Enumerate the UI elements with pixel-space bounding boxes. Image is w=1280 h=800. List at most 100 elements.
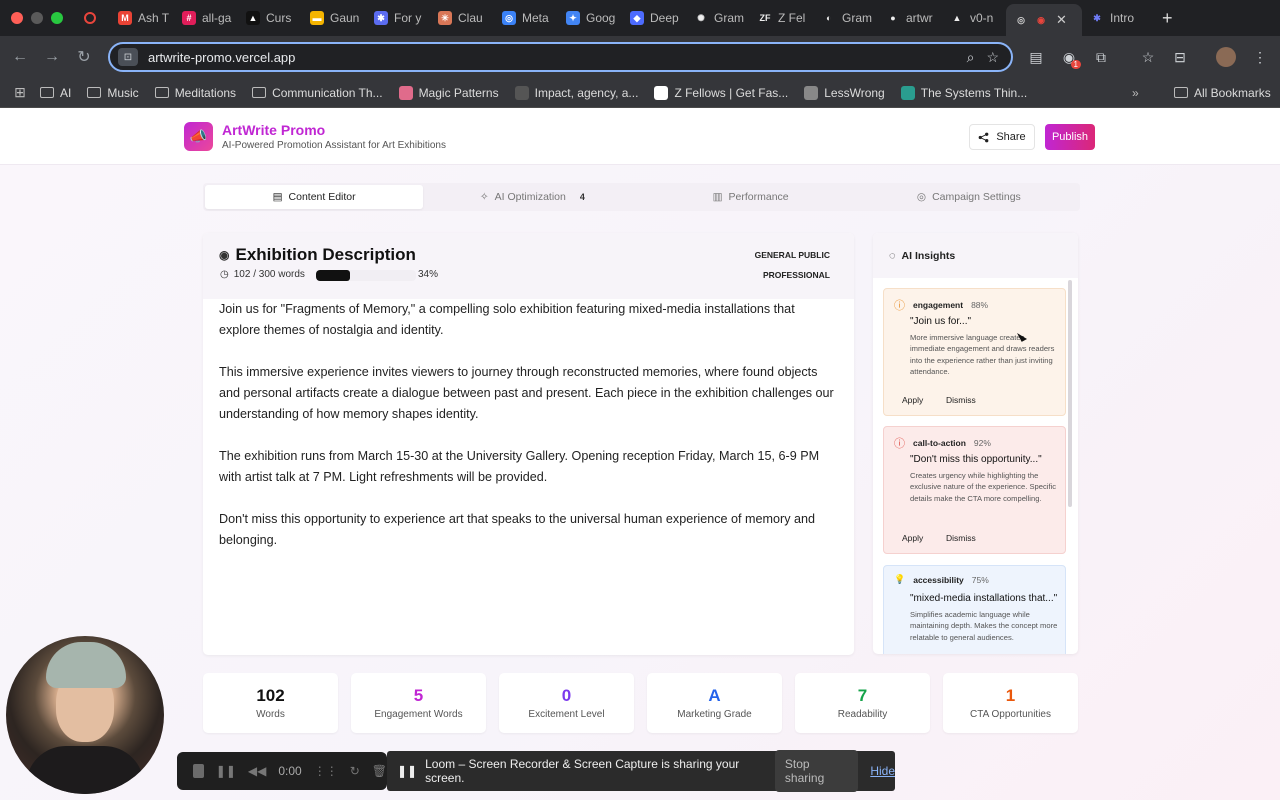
- browser-tab-active[interactable]: ◎ ◉ ✕: [1006, 4, 1082, 36]
- sparkle-icon: ✧: [479, 191, 489, 203]
- bookmark-item[interactable]: Music: [87, 85, 139, 100]
- bookmark-item[interactable]: Meditations: [154, 86, 236, 100]
- browser-tab[interactable]: ◐ Gram: [814, 4, 878, 32]
- share-button[interactable]: Share: [969, 124, 1035, 150]
- insights-header: ◌ AI Insights: [873, 233, 1078, 278]
- bookmark-label: Music: [107, 85, 139, 100]
- webcam-person-hair: [46, 642, 126, 688]
- apps-grid-icon[interactable]: ⊞: [0, 84, 40, 101]
- bookmark-label: The Systems Thin...: [920, 85, 1028, 100]
- browser-tab[interactable]: ▲ Curs: [238, 4, 302, 32]
- site-info-icon[interactable]: ⊡: [118, 48, 138, 66]
- url-text[interactable]: artwrite-promo.vercel.app: [148, 50, 967, 65]
- back-button[interactable]: ←: [4, 48, 36, 66]
- dismiss-button[interactable]: Dismiss: [946, 533, 976, 543]
- browser-tab-label: Meta: [522, 11, 549, 25]
- new-tab-icon[interactable]: +: [1162, 8, 1173, 29]
- zoom-icon[interactable]: ⌕: [967, 49, 975, 66]
- stop-sharing-button[interactable]: Stop sharing: [774, 750, 859, 792]
- folder-icon: [154, 87, 169, 98]
- forward-button[interactable]: →: [36, 48, 68, 66]
- extension-puzzle-icon[interactable]: ▤: [1024, 45, 1048, 69]
- address-bar[interactable]: ⊡ artwrite-promo.vercel.app ⌕ ☆: [108, 42, 1013, 72]
- close-window-button[interactable]: [11, 12, 23, 24]
- audience-professional[interactable]: PROFESSIONAL: [763, 270, 830, 280]
- publish-button[interactable]: Publish: [1045, 124, 1095, 150]
- insight-quote: "Join us for...": [910, 316, 972, 327]
- browser-tab-label: Intro: [1110, 11, 1135, 25]
- extension-icon[interactable]: ◉ 1: [1057, 45, 1081, 69]
- tab-ai-optimization[interactable]: ✧ AI Optimization 4: [423, 185, 641, 209]
- dismiss-button[interactable]: Dismiss: [946, 395, 976, 405]
- rewind-icon[interactable]: ◀◀: [248, 764, 266, 778]
- browser-tab[interactable]: [76, 4, 110, 32]
- profile-avatar[interactable]: [1216, 47, 1236, 67]
- restart-icon[interactable]: ↻: [350, 764, 360, 778]
- reading-list-icon[interactable]: ☆: [1136, 45, 1160, 69]
- browser-tab[interactable]: ▲ v0-n: [942, 4, 1006, 32]
- more-bookmarks-icon[interactable]: »: [1132, 86, 1139, 100]
- browser-tab[interactable]: ✱ Intro: [1082, 4, 1152, 32]
- browser-tab[interactable]: ▬ Gaun: [302, 4, 366, 32]
- browser-tab[interactable]: # all-ga: [174, 4, 238, 32]
- bookmark-item[interactable]: The Systems Thin...: [900, 85, 1028, 100]
- browser-tab-strip: M Ash T # all-ga ▲ Curs ▬ Gaun ✱ For y ✳ Clau ◎ Meta ✦…: [0, 0, 1280, 36]
- bookmark-item[interactable]: Impact, agency, a...: [514, 85, 638, 100]
- description-textarea[interactable]: Join us for "Fragments of Memory," a com…: [219, 299, 835, 572]
- minimize-window-button[interactable]: [31, 12, 43, 24]
- browser-tab[interactable]: ZF Z Fel: [750, 4, 814, 32]
- browser-tab[interactable]: M Ash T: [110, 4, 174, 32]
- tab-search-icon[interactable]: ⊟: [1168, 45, 1192, 69]
- reload-button[interactable]: ↻: [68, 47, 100, 67]
- browser-tab[interactable]: ✱ For y: [366, 4, 430, 32]
- audience-general-public[interactable]: GENERAL PUBLIC: [755, 250, 830, 260]
- tab-content-editor[interactable]: ▤ Content Editor: [205, 185, 424, 209]
- megaphone-icon: 📣: [184, 122, 213, 151]
- bookmark-item[interactable]: Communication Th...: [252, 86, 383, 100]
- browser-tab[interactable]: ◎ Meta: [494, 4, 558, 32]
- browser-tab[interactable]: ◆ Deep: [622, 4, 686, 32]
- browser-tab[interactable]: ✦ Goog: [558, 4, 622, 32]
- grid-icon[interactable]: ⋮⋮: [314, 764, 338, 778]
- tab-campaign-settings[interactable]: ◎ Campaign Settings: [860, 185, 1078, 209]
- pause-sharing-icon[interactable]: ❚❚: [397, 764, 417, 778]
- recording-time: 0:00: [278, 764, 302, 778]
- stat-card-marketing-grade: A Marketing Grade: [647, 673, 782, 733]
- extension-badge: 1: [1070, 60, 1081, 69]
- browser-tab-label: all-ga: [202, 11, 232, 25]
- app-viewport: 📣 ArtWrite Promo AI-Powered Promotion As…: [0, 108, 1280, 800]
- extensions-menu-icon[interactable]: ⧉: [1089, 45, 1113, 69]
- browser-tab[interactable]: ● artwr: [878, 4, 942, 32]
- v0-icon: ▲: [952, 13, 962, 23]
- trash-icon[interactable]: 🗑: [372, 764, 387, 778]
- bookmark-item[interactable]: Z Fellows | Get Fas...: [654, 85, 788, 100]
- pause-icon[interactable]: ❚❚: [216, 764, 236, 778]
- fullscreen-window-button[interactable]: [51, 12, 63, 24]
- zfellows-icon: [654, 85, 669, 100]
- stat-value: 1: [1005, 686, 1016, 705]
- bookmark-item[interactable]: AI: [40, 86, 71, 100]
- folder-icon: [40, 87, 54, 98]
- stop-recording-button[interactable]: [193, 764, 204, 778]
- browser-tab[interactable]: ✳ Clau: [430, 4, 494, 32]
- browser-tab-label: artwr: [906, 11, 933, 25]
- apply-button[interactable]: Apply: [902, 395, 923, 405]
- asterisk-icon: ✱: [1093, 12, 1101, 23]
- webcam-bubble[interactable]: [6, 636, 164, 794]
- bookmark-item[interactable]: Magic Patterns: [398, 85, 499, 100]
- eye-icon[interactable]: ◉: [219, 248, 229, 262]
- stat-label: Words: [256, 709, 285, 720]
- all-bookmarks[interactable]: All Bookmarks: [1174, 86, 1271, 100]
- close-tab-icon[interactable]: ✕: [1056, 12, 1067, 28]
- description-paragraph: Join us for "Fragments of Memory," a com…: [219, 302, 795, 337]
- tab-performance[interactable]: ▥ Performance: [642, 185, 860, 209]
- apply-button[interactable]: Apply: [902, 533, 923, 543]
- bookmark-item[interactable]: LessWrong: [804, 85, 885, 100]
- browser-menu-icon[interactable]: ⋮: [1248, 45, 1272, 69]
- folder-icon: [252, 87, 267, 98]
- hide-sharing-bar-button[interactable]: Hide: [870, 764, 895, 778]
- word-count: ◷ 102 / 300 words: [220, 269, 305, 280]
- browser-tab[interactable]: ✺ Gram: [686, 4, 750, 32]
- bookmark-star-icon[interactable]: ☆: [986, 49, 999, 66]
- insights-scrollbar[interactable]: [1068, 280, 1072, 507]
